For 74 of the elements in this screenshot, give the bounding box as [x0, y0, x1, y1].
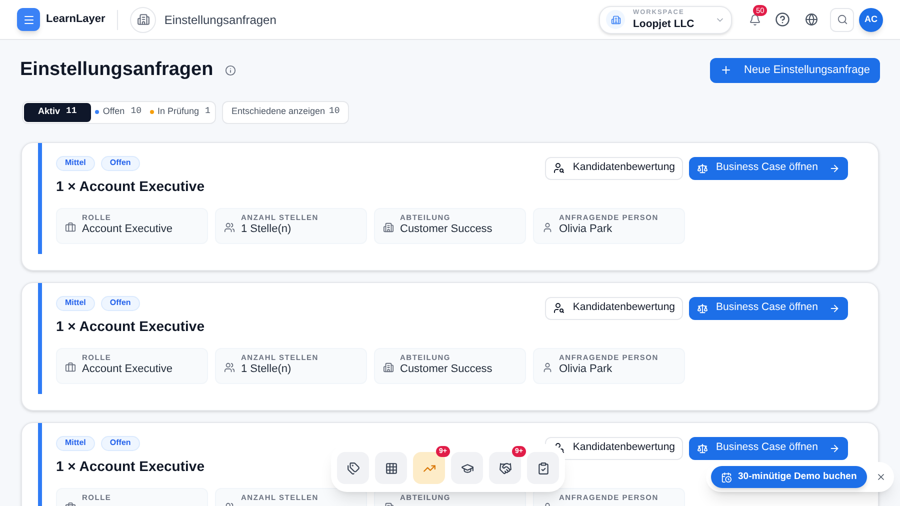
filter-tab[interactable]: Offen 10: [90, 102, 146, 122]
status-tag: Offen: [100, 436, 140, 450]
building-icon: [383, 222, 394, 232]
new-request-button[interactable]: Neue Einstellungsanfrage: [710, 58, 880, 83]
breadcrumb-title: Einstellungsanfragen: [164, 12, 276, 28]
candidate-rating-button[interactable]: Kandidatenbewertung: [544, 156, 684, 180]
status-tag: Mittel: [56, 436, 95, 450]
dock-button[interactable]: [375, 452, 407, 484]
field-value: Olivia Park: [559, 224, 614, 235]
help-icon[interactable]: [775, 12, 790, 27]
users-icon: [224, 362, 235, 372]
field-value: Olivia Park: [559, 364, 614, 375]
field-value: Customer Success: [400, 224, 492, 235]
calendar-clock-icon: [721, 472, 732, 482]
search-button[interactable]: [830, 8, 854, 32]
candidate-rating-button[interactable]: Kandidatenbewertung: [544, 436, 684, 460]
user-icon: [542, 362, 553, 372]
bell-icon[interactable]: [749, 14, 761, 26]
briefcase-icon: [65, 222, 76, 232]
scale-icon: [697, 442, 708, 454]
plus-icon: [720, 64, 732, 76]
scale-icon: [697, 162, 708, 174]
field-value: 1 Stelle(n): [241, 224, 292, 235]
dock-button[interactable]: [413, 452, 445, 484]
globe-icon[interactable]: [805, 13, 818, 26]
arrow-right-icon: [829, 442, 840, 454]
tags-icon: [346, 462, 360, 474]
status-tag: Offen: [100, 156, 140, 170]
dock-button[interactable]: [489, 452, 521, 484]
arrow-right-icon: [829, 162, 840, 174]
field-value: 1 Stelle(n): [241, 364, 292, 375]
clipboard-check-icon: [536, 462, 550, 474]
field-value: Customer Success: [400, 364, 492, 375]
search-icon: [836, 14, 848, 25]
arrow-right-icon: [829, 302, 840, 314]
building-icon: [610, 14, 620, 24]
grid-icon: [384, 462, 398, 474]
business-case-button[interactable]: Business Case öffnen: [689, 436, 848, 460]
dock-button[interactable]: [337, 452, 369, 484]
dock-button[interactable]: [451, 452, 483, 484]
show-decided-button[interactable]: Entschiedene anzeigen 10: [222, 100, 349, 124]
status-tag: Mittel: [56, 296, 95, 310]
info-icon[interactable]: [225, 64, 236, 76]
menu-button[interactable]: [17, 8, 40, 31]
page-title: Einstellungsanfragen: [20, 58, 214, 82]
close-icon[interactable]: [876, 472, 886, 482]
filter-tab[interactable]: Aktiv 11: [24, 102, 91, 122]
handshake-icon: [498, 462, 512, 474]
filter-tab[interactable]: In Prüfung 1: [146, 102, 214, 122]
graduation-cap-icon: [460, 462, 474, 474]
user-search-icon: [552, 302, 565, 314]
user-icon: [542, 222, 553, 232]
dock-button[interactable]: [527, 452, 559, 484]
field-value: Account Executive: [82, 224, 172, 235]
users-icon: [224, 222, 235, 232]
user-search-icon: [552, 162, 565, 174]
book-demo-button[interactable]: 30-minütige Demo buchen: [711, 466, 867, 488]
field-value: Account Executive: [82, 364, 172, 375]
scale-icon: [697, 302, 708, 314]
business-case-button[interactable]: Business Case öffnen: [689, 156, 848, 180]
user-avatar[interactable]: AC: [859, 8, 883, 32]
request-title: 1 × Account Executive: [56, 316, 204, 336]
app-name: LearnLayer: [46, 12, 106, 28]
business-case-button[interactable]: Business Case öffnen: [689, 296, 848, 320]
candidate-rating-button[interactable]: Kandidatenbewertung: [544, 296, 684, 320]
status-tag: Offen: [100, 296, 140, 310]
building-icon: [383, 362, 394, 372]
building-icon: [130, 6, 156, 32]
request-title: 1 × Account Executive: [56, 456, 204, 476]
request-title: 1 × Account Executive: [56, 176, 204, 196]
status-tag: Mittel: [56, 156, 95, 170]
briefcase-icon: [65, 362, 76, 372]
menu-icon: [22, 14, 34, 26]
workspace-name: Loopjet LLC: [633, 18, 694, 29]
